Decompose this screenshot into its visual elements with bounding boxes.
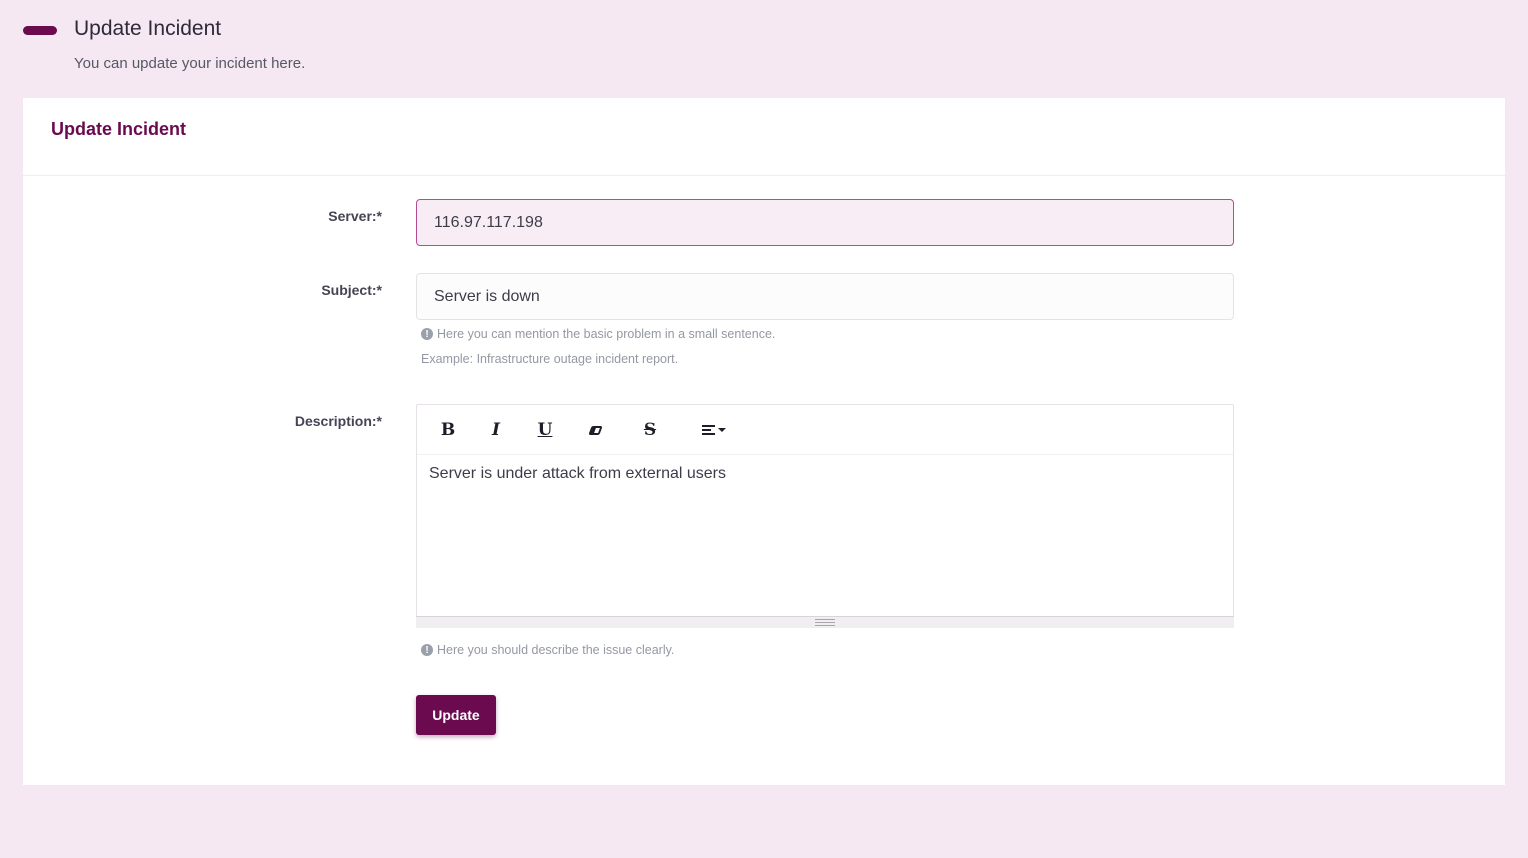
underline-button[interactable]: U xyxy=(533,420,557,440)
clear-format-button[interactable] xyxy=(583,420,607,440)
update-incident-card: Update Incident Server:* 116.97.117.198 … xyxy=(23,98,1505,785)
description-editor[interactable]: B I U S Server is under attack from exte… xyxy=(416,404,1234,628)
subject-help: ! Here you can mention the basic problem… xyxy=(421,327,775,341)
italic-button[interactable]: I xyxy=(484,420,508,440)
chevron-down-icon xyxy=(718,428,726,432)
paragraph-align-dropdown[interactable] xyxy=(697,420,731,440)
description-label: Description:* xyxy=(294,413,382,429)
card-title: Update Incident xyxy=(51,119,187,139)
editor-toolbar: B I U S xyxy=(417,405,1233,455)
info-icon: ! xyxy=(421,644,433,656)
page-subtitle: You can update your incident here. xyxy=(74,55,306,72)
subject-help-text: Here you can mention the basic problem i… xyxy=(437,327,776,341)
subject-value: Server is down xyxy=(434,287,540,305)
eraser-icon xyxy=(587,425,603,435)
subject-label: Subject:* xyxy=(321,282,382,298)
update-button[interactable]: Update xyxy=(416,695,496,735)
subject-example: Example: Infrastructure outage incident … xyxy=(421,352,679,366)
align-left-icon xyxy=(702,425,715,435)
page-title: Update Incident xyxy=(74,17,222,40)
editor-resize-handle[interactable] xyxy=(416,616,1234,628)
page-header: Update Incident You can update your inci… xyxy=(0,0,1528,98)
server-value: 116.97.117.198 xyxy=(434,213,543,231)
card-header: Update Incident xyxy=(23,98,1505,176)
subject-field[interactable]: Server is down xyxy=(416,273,1234,320)
header-accent-pill xyxy=(23,26,57,35)
server-label: Server:* xyxy=(328,208,382,224)
info-icon: ! xyxy=(421,328,433,340)
strikethrough-button[interactable]: S xyxy=(638,420,662,440)
description-help-text: Here you should describe the issue clear… xyxy=(437,643,675,657)
description-help: ! Here you should describe the issue cle… xyxy=(421,643,674,657)
bold-button[interactable]: B xyxy=(436,420,460,440)
description-text-area[interactable]: Server is under attack from external use… xyxy=(417,455,1233,617)
grip-icon xyxy=(815,619,835,626)
server-field[interactable]: 116.97.117.198 xyxy=(416,199,1234,246)
